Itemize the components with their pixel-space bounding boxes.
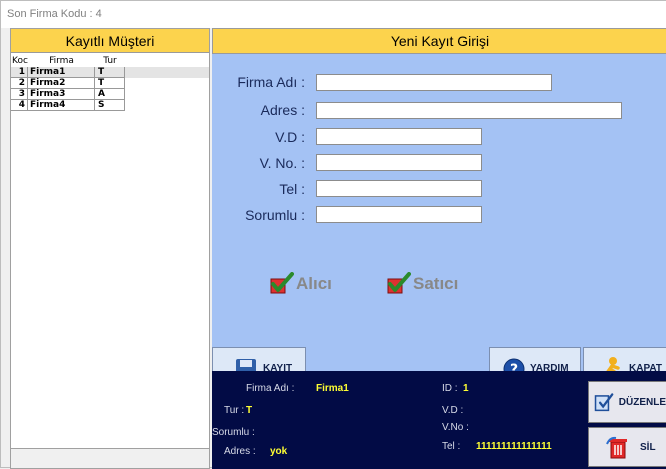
label-adres: Adres : [260,102,305,118]
form-area: Firma Adı : Adres : V.D : V. No. : Tel :… [212,54,666,396]
vno-input[interactable] [316,154,482,171]
window-title: Son Firma Kodu : 4 [7,8,102,20]
satici-label: Satıcı [413,274,459,293]
form-title: Yeni Kayıt Girişi [212,28,666,54]
label-sorumlu: Sorumlu : [245,207,305,223]
cell-tur: S [95,100,125,111]
info-tel-label: Tel : [442,441,461,452]
grid-footer [11,448,209,468]
cell-tur: T [95,67,125,78]
column-header-tur[interactable]: Tur [95,56,125,67]
cell-firma: Firma3 [28,89,95,100]
sil-button[interactable]: SİL [588,427,666,467]
cell-tur: T [95,78,125,89]
label-vno: V. No. : [259,155,305,171]
info-sorumlu-label: Sorumlu : [212,427,255,438]
column-header-code[interactable]: Koc [11,56,28,67]
title-bar: Son Firma Kodu : 4 [1,1,666,28]
info-adres-value: yok [270,446,288,457]
edit-icon [594,393,614,412]
cell-code: 1 [11,67,28,78]
customer-list-panel: Kayıtlı Müşteri Koc Firma Tur 1 Firma1 T… [10,28,210,469]
info-vno-label: V.No : [442,422,469,433]
info-tel-value: 111111111111111 [476,441,552,452]
tel-input[interactable] [316,180,482,197]
customer-grid[interactable]: Koc Firma Tur 1 Firma1 T 2 Firma2 T 3 Fi… [11,56,209,111]
checkmark-icon [270,272,294,294]
table-row[interactable]: 3 Firma3 A [11,89,209,100]
table-row[interactable]: 4 Firma4 S [11,100,209,111]
alici-label: Alıcı [296,274,332,293]
cell-tur: A [95,89,125,100]
sil-label: SİL [640,441,656,453]
label-tel: Tel : [279,181,305,197]
duzenle-label: DÜZENLE [618,396,666,408]
cell-code: 3 [11,89,28,100]
table-row[interactable]: 2 Firma2 T [11,78,209,89]
satici-checkbox[interactable]: Satıcı [385,272,458,296]
customer-list-title: Kayıtlı Müşteri [11,29,209,53]
label-vd: V.D : [275,129,305,145]
duzenle-button[interactable]: DÜZENLE [588,381,666,423]
trash-icon [606,436,627,459]
column-header-firma[interactable]: Firma [28,56,95,67]
adres-input[interactable] [316,102,622,119]
info-firma-label: Firma Adı : [246,383,295,394]
cell-firma: Firma1 [28,67,95,78]
new-record-panel: Yeni Kayıt Girişi Firma Adı : Adres : V.… [212,28,666,469]
info-firma-value: Firma1 [316,383,349,394]
cell-code: 2 [11,78,28,89]
label-firma: Firma Adı : [237,74,305,90]
table-row[interactable]: 1 Firma1 T [11,67,209,78]
info-tur-value: T [246,405,253,416]
main-window: Son Firma Kodu : 4 Kayıtlı Müşteri Koc F… [0,0,666,469]
info-id-label: ID : [442,383,458,394]
cell-code: 4 [11,100,28,111]
selected-record-info: Firma Adı : Firma1 ID : 1 Tur : T V.D : … [212,371,666,469]
firma-input[interactable] [316,74,552,91]
grid-header-row: Koc Firma Tur [11,56,209,67]
info-id-value: 1 [463,383,469,394]
vd-input[interactable] [316,128,482,145]
info-vd-label: V.D : [442,405,464,416]
info-adres-label: Adres : [224,446,256,457]
sorumlu-input[interactable] [316,206,482,223]
info-tur-label: Tur : [224,405,245,416]
cell-firma: Firma2 [28,78,95,89]
cell-firma: Firma4 [28,100,95,111]
checkmark-icon [387,272,411,294]
alici-checkbox[interactable]: Alıcı [268,272,332,296]
